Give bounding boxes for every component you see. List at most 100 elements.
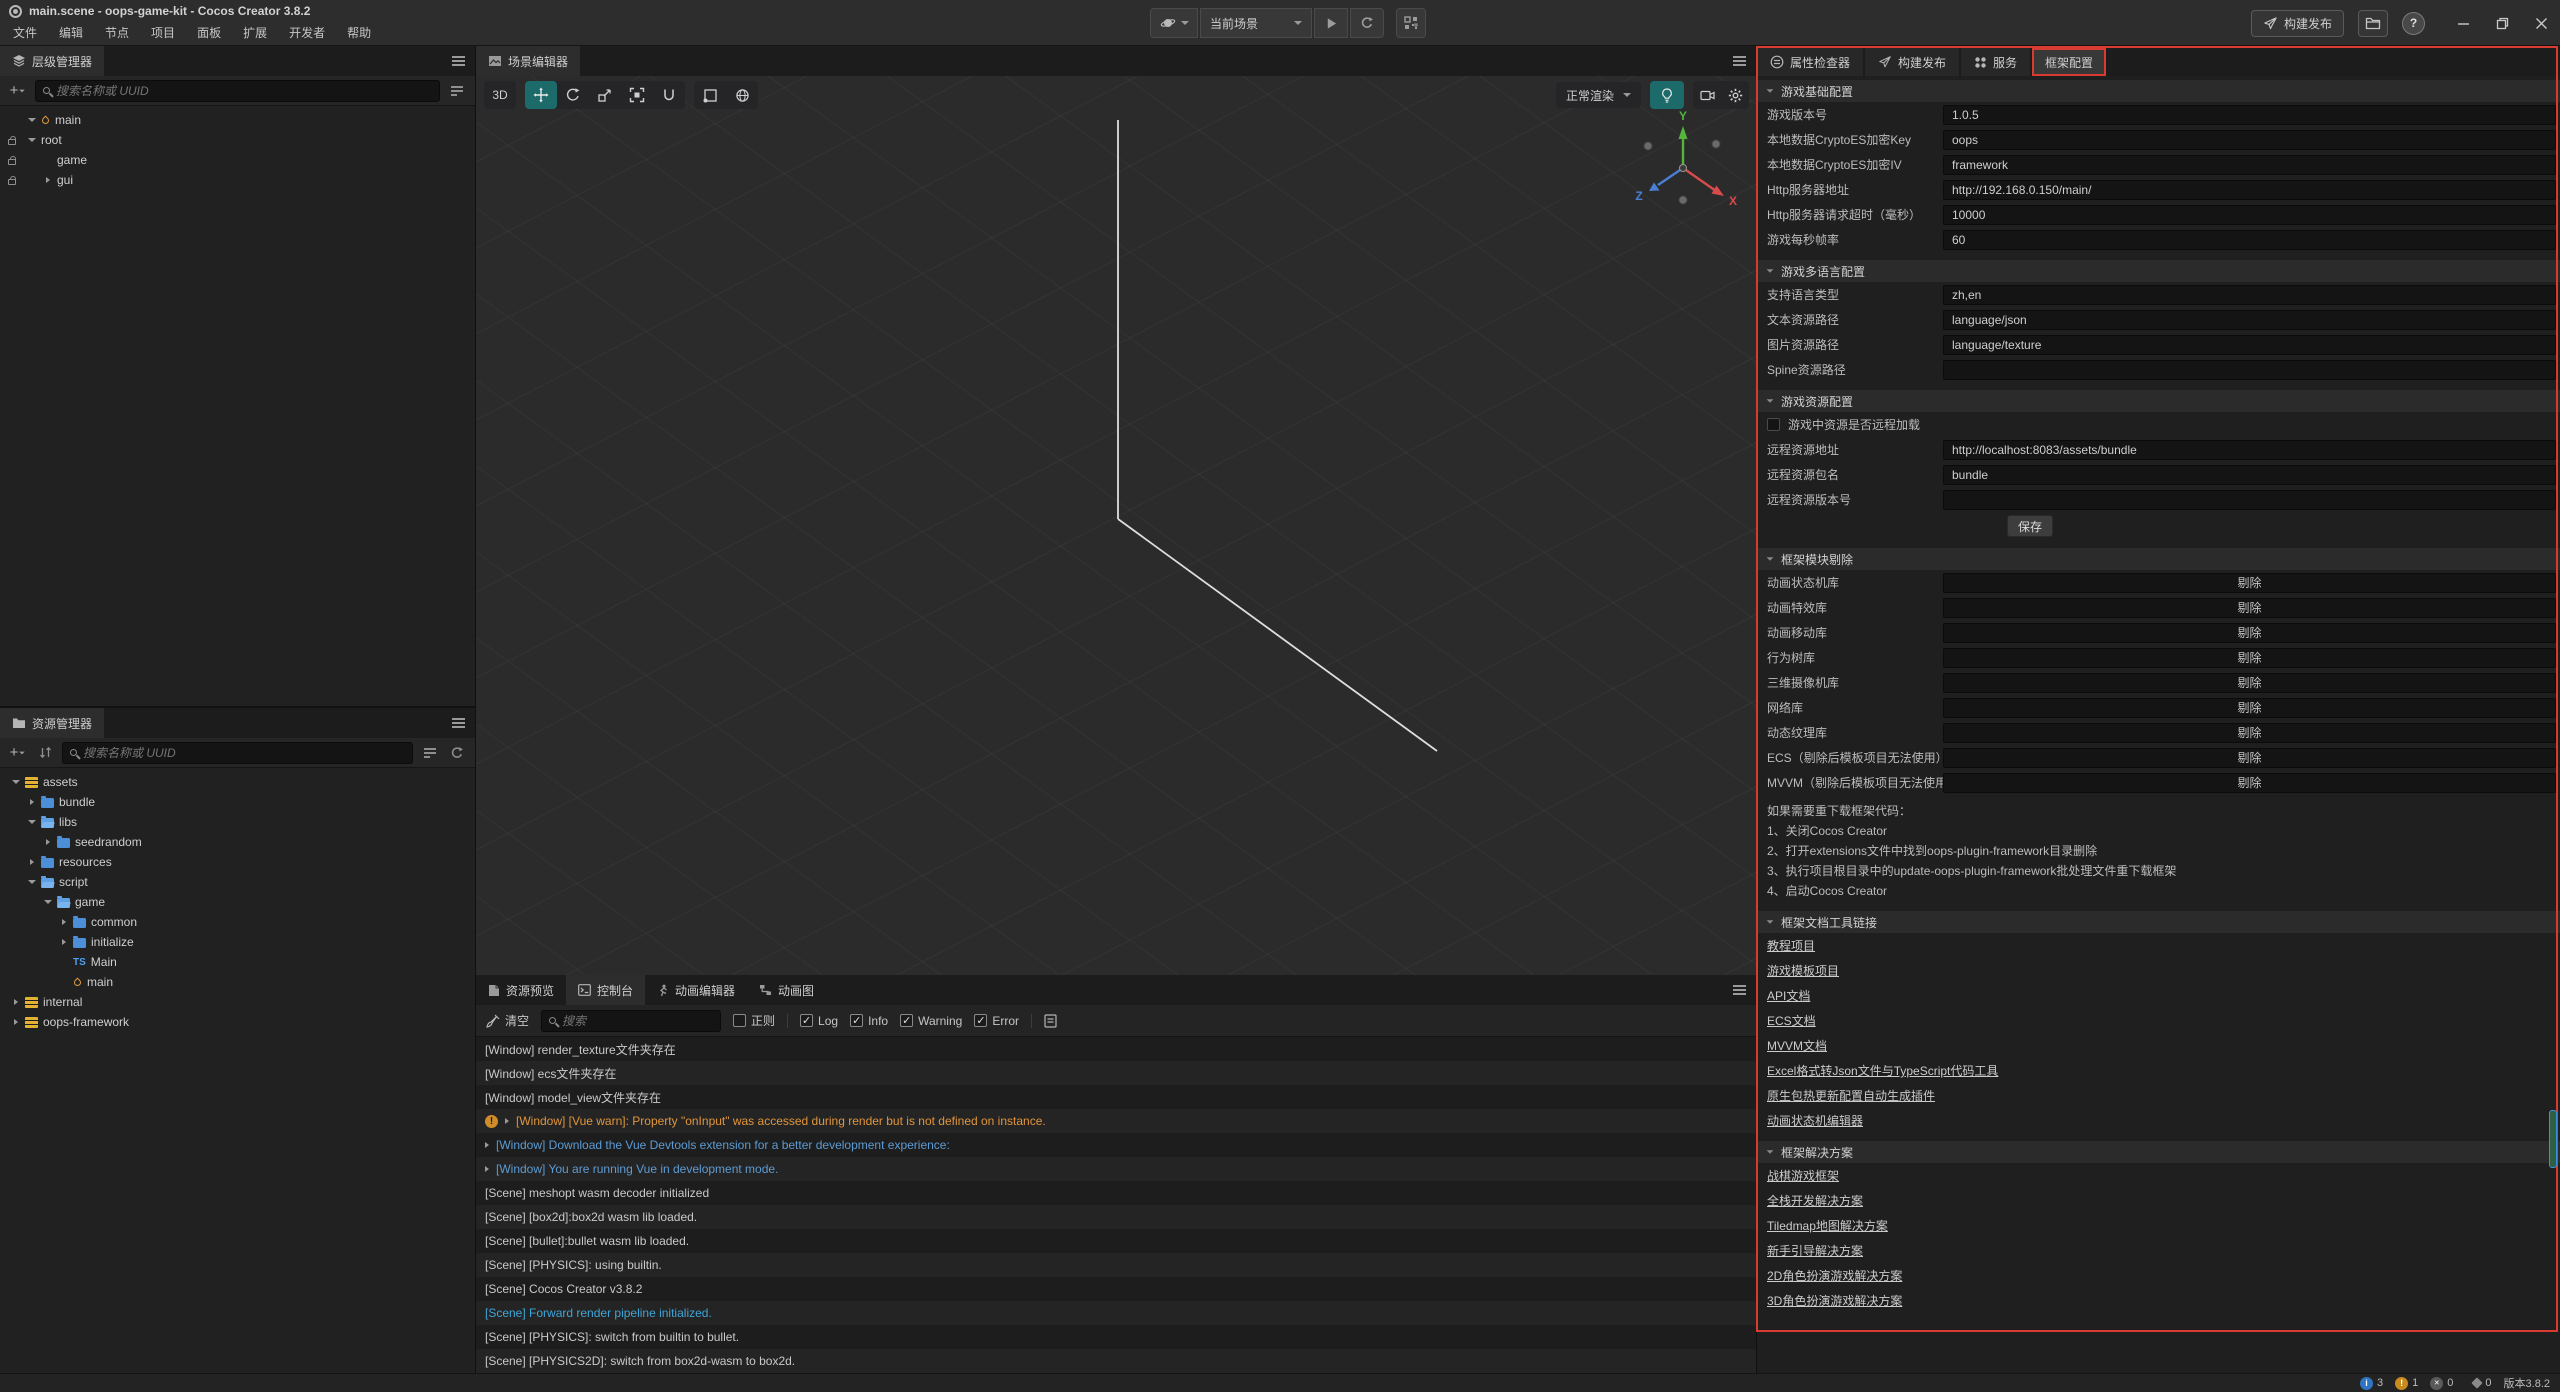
preview-qr-button[interactable] [1396,8,1426,38]
assets-search[interactable] [62,742,413,764]
regex-checkbox[interactable]: 正则 [733,1012,775,1029]
menu-item[interactable]: 节点 [94,22,140,45]
checkbox[interactable] [1767,418,1780,431]
doc-link[interactable]: 原生包热更新配置自动生成插件 [1767,1087,1935,1104]
remove-button[interactable]: 剔除 [1943,648,2556,668]
preview-platform-select[interactable] [1150,8,1198,38]
play-button[interactable] [1314,8,1348,38]
sort-assets-button[interactable] [35,743,55,763]
expand-toggle[interactable] [27,859,36,865]
panel-menu-icon[interactable] [1733,989,1746,991]
field-input[interactable] [1943,360,2556,380]
doc-link[interactable]: 3D角色扮演游戏解决方案 [1767,1292,1902,1309]
console-log-row[interactable]: [Scene] Forward render pipeline initiali… [476,1301,1756,1325]
remove-button[interactable]: 剔除 [1943,723,2556,743]
tree-node[interactable]: script [0,872,475,892]
scene-viewport[interactable]: 3D [476,76,1757,975]
expand-toggle[interactable] [11,999,20,1005]
search-input[interactable] [56,84,432,98]
tree-node[interactable]: Main [0,952,475,972]
section-header[interactable]: 框架解决方案 [1757,1141,2560,1163]
open-project-folder-button[interactable] [2358,10,2388,37]
tab-service[interactable]: 服务 [1961,48,2030,76]
tree-node[interactable]: root [0,130,475,150]
panel-menu-icon[interactable] [452,722,465,724]
menu-item[interactable]: 面板 [186,22,232,45]
tree-node[interactable]: gui [0,170,475,190]
remove-button[interactable]: 剔除 [1943,598,2556,618]
field-input[interactable]: zh,en [1943,285,2556,305]
expand-icon[interactable] [485,1142,489,1148]
tree-node[interactable]: resources [0,852,475,872]
tab-scene-editor[interactable]: 场景编辑器 [476,46,580,76]
console-log-row[interactable]: [Scene] [box2d]:box2d wasm lib loaded. [476,1205,1756,1229]
section-header[interactable]: 游戏多语言配置 [1757,260,2560,282]
scene-settings-button[interactable] [1721,81,1749,109]
mode-3d-button[interactable]: 3D [484,81,516,109]
tree-node[interactable]: common [0,912,475,932]
console-log-row[interactable]: [Scene] [PHYSICS]: switch from builtin t… [476,1325,1756,1349]
coordinate-space-button[interactable] [726,81,758,109]
tab-assets[interactable]: 资源管理器 [0,708,104,738]
doc-link[interactable]: MVVM文档 [1767,1037,1827,1054]
expand-toggle[interactable] [27,799,36,805]
field-input[interactable]: 60 [1943,230,2556,250]
lighting-toggle-button[interactable] [1650,81,1684,109]
inspector-scrollbar-thumb[interactable] [2549,1110,2557,1168]
expand-toggle[interactable] [27,118,36,122]
field-input[interactable]: http://localhost:8083/assets/bundle [1943,440,2556,460]
console-log-row[interactable]: [Window] You are running Vue in developm… [476,1157,1756,1181]
scale-tool-button[interactable] [589,81,621,109]
collapse-log-button[interactable] [1044,1014,1057,1028]
doc-link[interactable]: 教程项目 [1767,937,1815,954]
add-asset-button[interactable] [8,743,28,763]
menu-item[interactable]: 扩展 [232,22,278,45]
tree-node[interactable]: main [0,972,475,992]
expand-toggle[interactable] [43,900,52,904]
render-mode-select[interactable]: 正常渲染 [1556,82,1641,108]
remove-button[interactable]: 剔除 [1943,698,2556,718]
console-log-row[interactable]: [Scene] meshopt wasm decoder initialized [476,1181,1756,1205]
section-header[interactable]: 游戏资源配置 [1757,390,2560,412]
doc-link[interactable]: 战棋游戏框架 [1767,1167,1839,1184]
section-header[interactable]: 框架模块剔除 [1757,548,2560,570]
tree-node[interactable]: internal [0,992,475,1012]
field-input[interactable]: http://192.168.0.150/main/ [1943,180,2556,200]
expand-icon[interactable] [505,1118,509,1124]
help-button[interactable]: ? [2402,12,2425,35]
console-log-row[interactable]: [Scene] [bullet]:bullet wasm lib loaded. [476,1229,1756,1253]
scene-camera-button[interactable] [1693,81,1721,109]
tree-node[interactable]: bundle [0,792,475,812]
expand-toggle[interactable] [11,1019,20,1025]
remove-button[interactable]: 剔除 [1943,773,2556,793]
menu-item[interactable]: 帮助 [336,22,382,45]
expand-toggle[interactable] [59,919,68,925]
tree-node[interactable]: main [0,110,475,130]
doc-link[interactable]: 游戏模板项目 [1767,962,1839,979]
tab-console[interactable]: 控制台 [566,975,645,1005]
tree-node[interactable]: oops-framework [0,1012,475,1032]
expand-icon[interactable] [485,1166,489,1172]
remove-button[interactable]: 剔除 [1943,623,2556,643]
menu-item[interactable]: 开发者 [278,22,336,45]
tree-node[interactable]: game [0,892,475,912]
filter-info-checkbox[interactable]: Info [850,1014,888,1028]
clear-console-button[interactable]: 清空 [486,1012,529,1029]
add-node-button[interactable] [8,81,28,101]
remove-button[interactable]: 剔除 [1943,673,2556,693]
console-log-row[interactable]: [Window] model_view文件夹存在 [476,1085,1756,1109]
menu-item[interactable]: 编辑 [48,22,94,45]
search-input[interactable] [83,746,405,760]
expand-toggle[interactable] [27,880,36,884]
tab-framework-config[interactable]: 框架配置 [2032,48,2106,76]
tree-node[interactable]: seedrandom [0,832,475,852]
tab-property-inspector[interactable]: 属性检查器 [1757,48,1863,76]
tree-node[interactable]: assets [0,772,475,792]
console-log-row[interactable]: [Window] Download the Vue Devtools exten… [476,1133,1756,1157]
tab-animation-graph[interactable]: 动画图 [747,975,826,1005]
minimize-button[interactable] [2457,17,2470,30]
rect-tool-button[interactable] [621,81,653,109]
console-log-row[interactable]: [Scene] [PHYSICS2D]: switch from box2d-w… [476,1349,1756,1373]
section-header[interactable]: 框架文档工具链接 [1757,911,2560,933]
panel-menu-icon[interactable] [452,60,465,62]
